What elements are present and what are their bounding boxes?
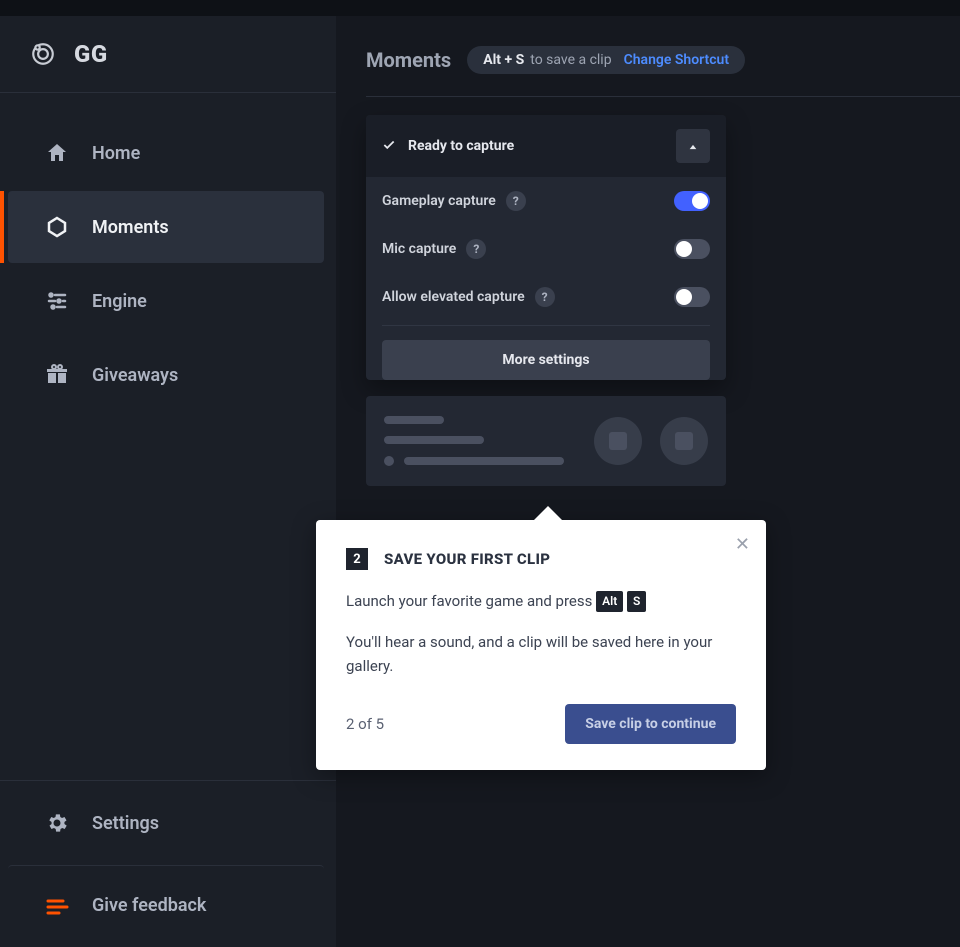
engine-icon: [44, 288, 70, 314]
moments-icon: [44, 214, 70, 240]
nav-item-feedback[interactable]: Give feedback: [8, 865, 324, 945]
nav-label: Moments: [92, 217, 169, 238]
capture-panel: Ready to capture Gameplay capture ? Mic …: [366, 115, 726, 380]
shortcut-key: Alt + S: [483, 52, 524, 68]
clip-placeholder: [366, 396, 726, 486]
toggle-gameplay-capture[interactable]: [674, 191, 710, 211]
change-shortcut-link[interactable]: Change Shortcut: [624, 52, 729, 68]
brand: GG: [0, 40, 336, 93]
popover-text: You'll hear a sound, and a clip will be …: [346, 631, 736, 678]
help-icon[interactable]: ?: [506, 191, 526, 211]
gear-icon: [44, 810, 70, 836]
popover-title: SAVE YOUR FIRST CLIP: [384, 550, 550, 568]
feedback-icon: [44, 893, 70, 919]
panel-head: Ready to capture: [366, 115, 726, 177]
caret-up-icon: [688, 137, 698, 156]
placeholder-thumb: [660, 417, 708, 465]
step-count: 2 of 5: [346, 715, 565, 733]
help-icon[interactable]: ?: [535, 287, 555, 307]
kbd-alt: Alt: [596, 591, 623, 612]
nav-label: Give feedback: [92, 895, 206, 916]
steelseries-logo-icon: [30, 41, 56, 67]
row-label: Mic capture: [382, 241, 456, 257]
placeholder-line: [384, 436, 484, 444]
home-icon: [44, 140, 70, 166]
nav-label: Giveaways: [92, 365, 178, 386]
nav-item-settings[interactable]: Settings: [8, 783, 324, 863]
popover-body: Launch your favorite game and press Alt …: [346, 590, 736, 678]
placeholder-thumb: [594, 417, 642, 465]
more-settings-button[interactable]: More settings: [382, 340, 710, 380]
close-icon: ✕: [735, 534, 750, 555]
placeholder-line: [384, 416, 444, 424]
nav-label: Engine: [92, 291, 147, 312]
row-label: Gameplay capture: [382, 193, 496, 209]
onboarding-popover: ✕ 2 SAVE YOUR FIRST CLIP Launch your fav…: [316, 520, 766, 770]
step-badge: 2: [346, 548, 368, 570]
shortcut-desc: to save a clip: [530, 52, 611, 68]
nav-item-giveaways[interactable]: Giveaways: [8, 339, 324, 411]
collapse-button[interactable]: [676, 129, 710, 163]
popover-text: Launch your favorite game and press: [346, 592, 596, 610]
placeholder-dot: [384, 456, 394, 466]
continue-button[interactable]: Save clip to continue: [565, 704, 736, 744]
sidebar: GG Home Moments: [0, 16, 336, 947]
main: Moments Alt + S to save a clip Change Sh…: [336, 16, 960, 947]
header: Moments Alt + S to save a clip Change Sh…: [366, 46, 960, 97]
toggle-mic-capture[interactable]: [674, 239, 710, 259]
kbd-s: S: [627, 591, 646, 612]
shortcut-pill: Alt + S to save a clip Change Shortcut: [467, 46, 745, 74]
row-gameplay-capture: Gameplay capture ?: [366, 177, 726, 225]
row-elevated-capture: Allow elevated capture ?: [366, 273, 726, 321]
titlebar: [0, 0, 960, 16]
nav-label: Home: [92, 143, 140, 164]
page-title: Moments: [366, 48, 451, 72]
panel-status: Ready to capture: [408, 138, 664, 154]
close-button[interactable]: ✕: [735, 534, 750, 555]
nav-item-home[interactable]: Home: [8, 117, 324, 189]
placeholder-line: [404, 457, 564, 465]
nav-item-moments[interactable]: Moments: [8, 191, 324, 263]
nav-footer: Settings Give feedback: [0, 780, 336, 947]
row-mic-capture: Mic capture ?: [366, 225, 726, 273]
brand-name: GG: [74, 40, 108, 68]
check-icon: [382, 137, 396, 156]
help-icon[interactable]: ?: [466, 239, 486, 259]
row-label: Allow elevated capture: [382, 289, 525, 305]
nav: Home Moments Engine: [0, 101, 336, 780]
toggle-elevated-capture[interactable]: [674, 287, 710, 307]
nav-label: Settings: [92, 813, 159, 834]
gift-icon: [44, 362, 70, 388]
nav-item-engine[interactable]: Engine: [8, 265, 324, 337]
